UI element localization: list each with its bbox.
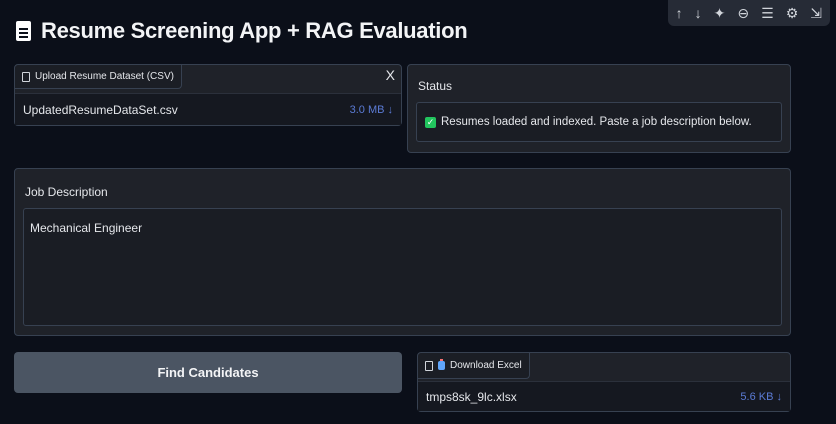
file-icon [425,360,433,371]
status-panel: Status ✓ Resumes loaded and indexed. Pas… [407,64,791,153]
check-icon: ✓ [425,116,436,128]
status-message-box: ✓ Resumes loaded and indexed. Paste a jo… [416,102,782,142]
status-label: Status [418,79,453,93]
page-title-text: Resume Screening App + RAG Evaluation [41,18,468,43]
job-description-label: Job Description [25,185,108,199]
arrow-up-icon[interactable]: ↑ [676,6,683,20]
uploaded-file-download-link[interactable]: 3.0 MB ↓ [350,104,393,116]
uploaded-file-name: UpdatedResumeDataSet.csv [23,102,178,117]
notes-icon[interactable]: ☰ [761,6,774,20]
upload-label: Upload Resume Dataset (CSV) [15,65,182,89]
job-description-input[interactable]: Mechanical Engineer [23,208,782,326]
upload-label-text: Upload Resume Dataset (CSV) [35,71,174,82]
download-panel: Download Excel tmps8sk_9lc.xlsx 5.6 KB ↓ [417,352,791,412]
job-description-panel: Job Description Mechanical Engineer [14,168,791,336]
top-toolbar: ↑ ↓ ✦ ⊖ ☰ ⚙ ⇲ [667,0,830,26]
find-candidates-button[interactable]: Find Candidates [14,352,402,393]
share-icon[interactable]: ⇲ [810,6,822,20]
status-message: Resumes loaded and indexed. Paste a job … [441,116,752,128]
upload-panel: Upload Resume Dataset (CSV) X UpdatedRes… [14,64,402,126]
bag-icon [438,359,445,370]
gear-icon[interactable]: ⚙ [786,6,799,20]
download-label-text: Download Excel [450,360,522,371]
download-label: Download Excel [418,353,530,379]
page-title: Resume Screening App + RAG Evaluation [16,18,468,44]
file-icon [22,71,30,82]
download-file-link[interactable]: 5.6 KB ↓ [740,391,782,403]
link-icon[interactable]: ⊖ [737,6,749,20]
sparkle-icon[interactable]: ✦ [714,6,726,20]
close-icon[interactable]: X [386,67,395,83]
uploaded-file-row: UpdatedResumeDataSet.csv 3.0 MB ↓ [15,93,401,125]
arrow-down-icon[interactable]: ↓ [695,6,702,20]
download-file-row: tmps8sk_9lc.xlsx 5.6 KB ↓ [418,381,790,411]
download-file-name: tmps8sk_9lc.xlsx [426,389,517,404]
document-icon [16,21,31,41]
